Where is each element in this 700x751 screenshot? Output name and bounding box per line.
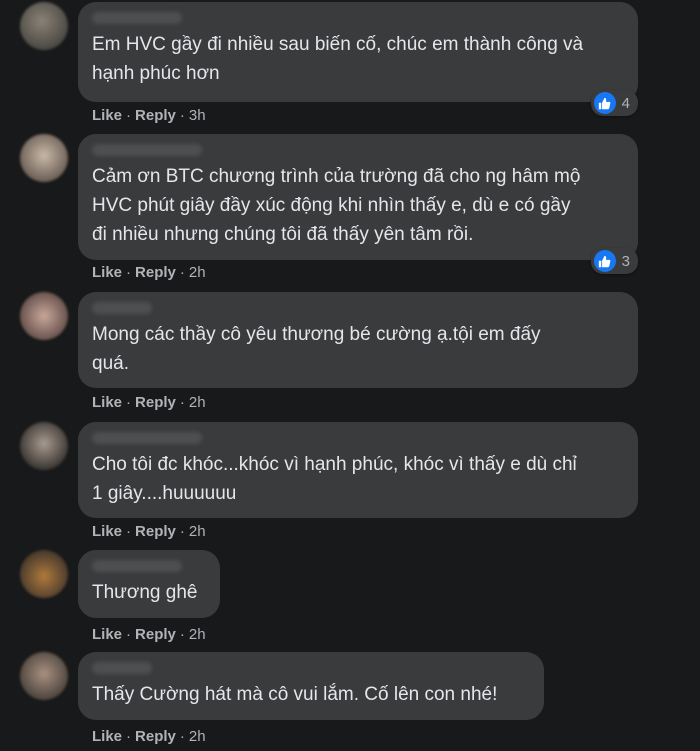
comment-text: Thương ghê xyxy=(92,582,198,603)
avatar[interactable] xyxy=(20,652,68,700)
comment-actions: Like · Reply · 2h xyxy=(92,394,206,411)
avatar[interactable] xyxy=(20,550,68,598)
comment-actions: Like · Reply · 2h xyxy=(92,264,206,281)
comment-bubble: Thương ghê xyxy=(78,550,220,618)
separator: · xyxy=(179,626,185,643)
like-link[interactable]: Like xyxy=(92,264,122,281)
comment-text: Cho tôi đc khóc...khóc vì hạnh phúc, khó… xyxy=(92,454,577,504)
author-name-blurred[interactable] xyxy=(92,144,202,156)
reply-link[interactable]: Reply xyxy=(135,728,176,745)
comment-actions: Like · Reply · 2h xyxy=(92,626,206,643)
avatar[interactable] xyxy=(20,2,68,50)
reaction-count: 4 xyxy=(621,94,630,112)
avatar[interactable] xyxy=(20,134,68,182)
comment-bubble: Cảm ơn BTC chương trình của trường đã ch… xyxy=(78,134,638,260)
separator: · xyxy=(179,523,185,540)
like-thumb-icon xyxy=(593,250,616,272)
author-name-blurred[interactable] xyxy=(92,560,182,572)
separator: · xyxy=(126,394,132,411)
avatar[interactable] xyxy=(20,422,68,470)
reaction-summary[interactable]: 3 xyxy=(590,248,638,274)
timestamp[interactable]: 3h xyxy=(189,107,206,124)
separator: · xyxy=(179,264,185,281)
comment-actions: Like · Reply · 3h xyxy=(92,107,206,124)
comment-text: Mong các thầy cô yêu thương bé cường ạ.t… xyxy=(92,324,541,374)
comment-text: Thấy Cường hát mà cô vui lắm. Cố lên con… xyxy=(92,684,498,705)
separator: · xyxy=(126,107,132,124)
separator: · xyxy=(179,394,185,411)
reply-link[interactable]: Reply xyxy=(135,394,176,411)
comment-actions: Like · Reply · 2h xyxy=(92,728,206,745)
author-name-blurred[interactable] xyxy=(92,12,182,24)
timestamp[interactable]: 2h xyxy=(189,523,206,540)
separator: · xyxy=(126,523,132,540)
separator: · xyxy=(126,626,132,643)
separator: · xyxy=(179,107,185,124)
like-link[interactable]: Like xyxy=(92,107,122,124)
like-thumb-icon xyxy=(593,92,616,114)
like-link[interactable]: Like xyxy=(92,394,122,411)
like-link[interactable]: Like xyxy=(92,626,122,643)
comment-actions: Like · Reply · 2h xyxy=(92,523,206,540)
separator: · xyxy=(126,728,132,745)
reply-link[interactable]: Reply xyxy=(135,523,176,540)
timestamp[interactable]: 2h xyxy=(189,626,206,643)
comment-text: Em HVC gầy đi nhiều sau biến cố, chúc em… xyxy=(92,34,584,84)
author-name-blurred[interactable] xyxy=(92,302,152,314)
like-link[interactable]: Like xyxy=(92,728,122,745)
author-name-blurred[interactable] xyxy=(92,662,152,674)
reply-link[interactable]: Reply xyxy=(135,626,176,643)
separator: · xyxy=(179,728,185,745)
reaction-count: 3 xyxy=(621,252,630,270)
comment-text: Cảm ơn BTC chương trình của trường đã ch… xyxy=(92,166,581,245)
like-link[interactable]: Like xyxy=(92,523,122,540)
comment-bubble: Mong các thầy cô yêu thương bé cường ạ.t… xyxy=(78,292,638,388)
comment-bubble: Cho tôi đc khóc...khóc vì hạnh phúc, khó… xyxy=(78,422,638,518)
reply-link[interactable]: Reply xyxy=(135,264,176,281)
comment-bubble: Em HVC gầy đi nhiều sau biến cố, chúc em… xyxy=(78,2,638,102)
timestamp[interactable]: 2h xyxy=(189,728,206,745)
timestamp[interactable]: 2h xyxy=(189,264,206,281)
comment-bubble: Thấy Cường hát mà cô vui lắm. Cố lên con… xyxy=(78,652,544,720)
avatar[interactable] xyxy=(20,292,68,340)
timestamp[interactable]: 2h xyxy=(189,394,206,411)
author-name-blurred[interactable] xyxy=(92,432,202,444)
reaction-summary[interactable]: 4 xyxy=(590,90,638,116)
reply-link[interactable]: Reply xyxy=(135,107,176,124)
separator: · xyxy=(126,264,132,281)
